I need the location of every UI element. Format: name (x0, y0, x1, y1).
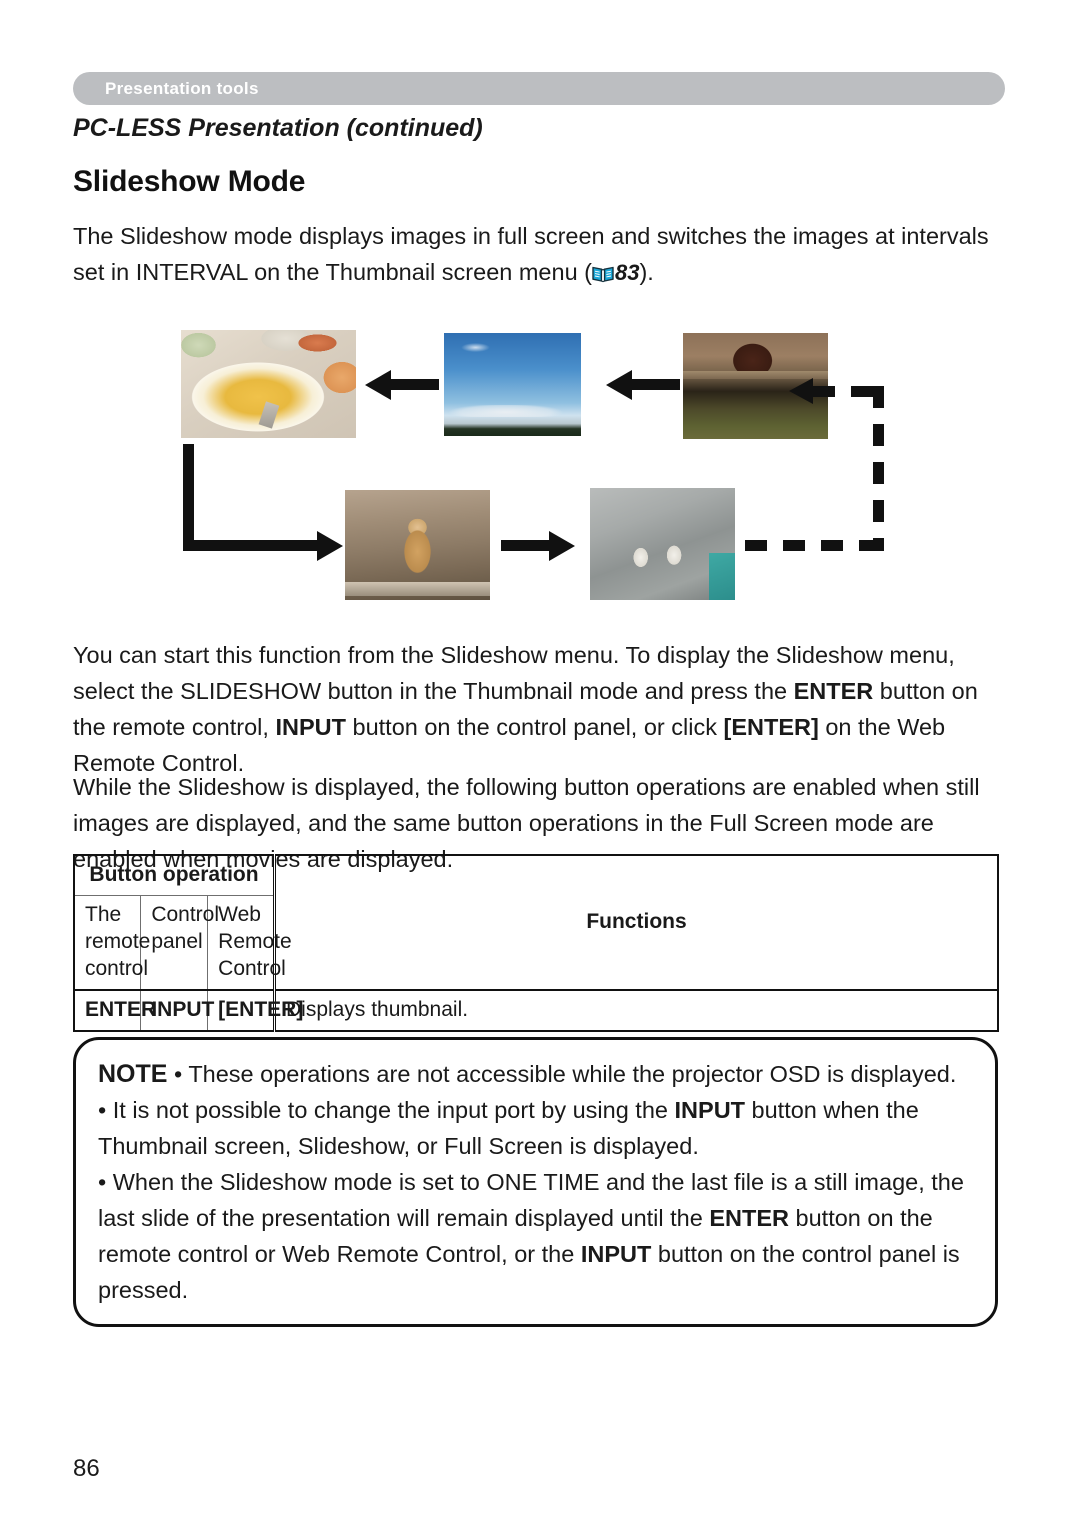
note-bullet-2: • It is not possible to change the input… (98, 1092, 973, 1164)
note-bullet-3-input: INPUT (580, 1241, 652, 1267)
slideshow-cycle-diagram (73, 320, 993, 600)
arrow-panda-to-sky-head (606, 370, 632, 400)
table-subheader-control-panel: Control panel (140, 895, 219, 991)
arrow-food-to-lion-vertical (183, 444, 194, 551)
thumbnail-lion-photo (345, 490, 490, 600)
book-icon (592, 257, 614, 283)
page-number: 86 (73, 1455, 100, 1482)
arrow-sky-to-food-shaft (391, 379, 439, 390)
para-start-enter: ENTER (793, 677, 874, 704)
note-bullet-1-text: • These operations are not accessible wh… (167, 1061, 957, 1087)
running-header-bar: Presentation tools (73, 72, 1005, 105)
table-row: ENTER INPUT [ENTER] Displays thumbnail. (73, 989, 999, 1032)
dashed-loop-arrow-head (789, 378, 813, 404)
arrow-food-to-lion-horizontal (183, 540, 317, 551)
note-bullet-3-enter: ENTER (709, 1205, 789, 1231)
page-heading: Slideshow Mode (73, 165, 306, 198)
thumbnail-penguin-photo (590, 488, 735, 600)
table-header-row-group: Button operation Functions (73, 854, 999, 991)
arrow-lion-to-penguin-head (549, 531, 575, 561)
arrow-lion-to-penguin-shaft (501, 540, 549, 551)
arrow-sky-to-food-head (365, 370, 391, 400)
dashed-loop-right (873, 386, 884, 544)
table-subheader-remote-control: The remote control (73, 895, 150, 991)
dashed-loop-top (813, 386, 877, 397)
table-header-button-operation: Button operation (73, 854, 275, 896)
section-title: PC-LESS Presentation (continued) (73, 114, 483, 142)
table-cell-panel-input: INPUT (140, 989, 214, 1032)
note-label: NOTE (98, 1060, 168, 1088)
note-bullet-2-input: INPUT (674, 1097, 746, 1123)
page-reference: 83 (615, 260, 640, 285)
note-bullet-3: • When the Slideshow mode is set to ONE … (98, 1164, 973, 1308)
arrow-panda-to-sky-shaft (632, 379, 680, 390)
table-cell-function-displays-thumbnail: Displays thumbnail. (273, 989, 999, 1032)
note-bullet-2-seg1: • It is not possible to change the input… (98, 1097, 675, 1123)
paragraph-start-function: You can start this function from the Sli… (73, 637, 998, 781)
note-box: NOTE • These operations are not accessib… (73, 1037, 998, 1327)
intro-line-2-post: ). (639, 259, 654, 285)
table-header-functions: Functions (273, 854, 999, 991)
para-start-input: INPUT (275, 713, 346, 740)
para-start-enter-bracket: [ENTER] (723, 713, 819, 740)
table-subheader-web-remote-control: Web Remote Control (207, 895, 292, 991)
intro-line-1: The Slideshow mode displays images in fu… (73, 223, 895, 249)
table-cell-remote-enter: ENTER (73, 989, 156, 1032)
running-header-label: Presentation tools (105, 78, 259, 98)
arrow-food-to-lion-head (317, 531, 343, 561)
intro-paragraph: The Slideshow mode displays images in fu… (73, 218, 993, 291)
thumbnail-food-photo (181, 330, 356, 438)
table-cell-web-enter: [ENTER] (207, 989, 303, 1032)
button-operation-table: Button operation Functions The remote co… (73, 854, 999, 1032)
para-start-seg3: button on the control panel, or click (345, 713, 724, 740)
thumbnail-sky-photo (444, 333, 581, 436)
note-bullet-1: NOTE • These operations are not accessib… (98, 1056, 973, 1092)
dashed-loop-bottom (745, 540, 873, 551)
